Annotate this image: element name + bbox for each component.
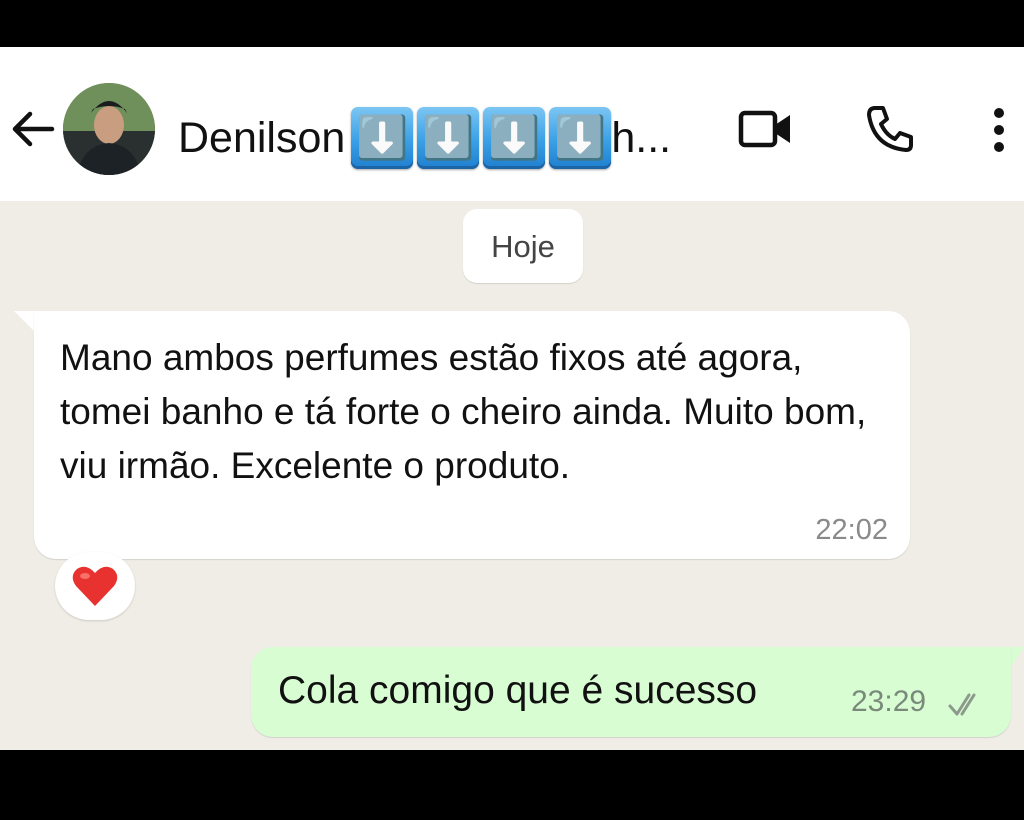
down-arrow-emoji: ⬇️ (549, 107, 612, 169)
down-arrow-emoji: ⬇️ (417, 107, 480, 169)
chat-area[interactable]: Hoje Mano ambos perfumes estão fixos até… (0, 201, 1024, 750)
name-emoji-row: ⬇️ ⬇️ ⬇️ ⬇️ (351, 107, 612, 169)
message-time: 23:29 (851, 685, 927, 718)
down-arrow-emoji: ⬇️ (483, 107, 546, 169)
screenshot-frame: Denilson ⬇️ ⬇️ ⬇️ ⬇️ h... Hoje Mano ambo (0, 0, 1024, 820)
outgoing-bubble-tail (1011, 647, 1024, 667)
contact-name-text: Denilson (178, 114, 346, 162)
day-divider: Hoje (463, 209, 583, 283)
contact-avatar[interactable] (63, 83, 155, 175)
read-check-icon (948, 693, 976, 716)
video-call-icon[interactable] (738, 109, 794, 149)
incoming-bubble-tail (14, 311, 34, 331)
outgoing-message[interactable]: Cola comigo que é sucesso 23:29 (251, 647, 1011, 737)
message-time: 22:02 (815, 514, 888, 546)
contact-name[interactable]: Denilson ⬇️ ⬇️ ⬇️ ⬇️ h... (178, 107, 671, 169)
contact-name-suffix: h... (611, 114, 672, 162)
message-text: Mano ambos perfumes estão fixos até agor… (60, 337, 867, 486)
down-arrow-emoji: ⬇️ (351, 107, 414, 169)
incoming-message[interactable]: Mano ambos perfumes estão fixos até agor… (34, 311, 910, 559)
message-text: Cola comigo que é sucesso (278, 669, 758, 712)
heart-icon (72, 566, 118, 606)
avatar-photo (63, 83, 155, 175)
back-arrow-icon[interactable] (10, 109, 56, 149)
top-black-bar (0, 0, 1024, 47)
more-options-icon[interactable] (988, 105, 1010, 155)
phone-icon[interactable] (864, 103, 916, 155)
bottom-black-bar (0, 750, 1024, 820)
heart-reaction[interactable] (55, 552, 135, 620)
chat-header: Denilson ⬇️ ⬇️ ⬇️ ⬇️ h... (0, 47, 1024, 201)
